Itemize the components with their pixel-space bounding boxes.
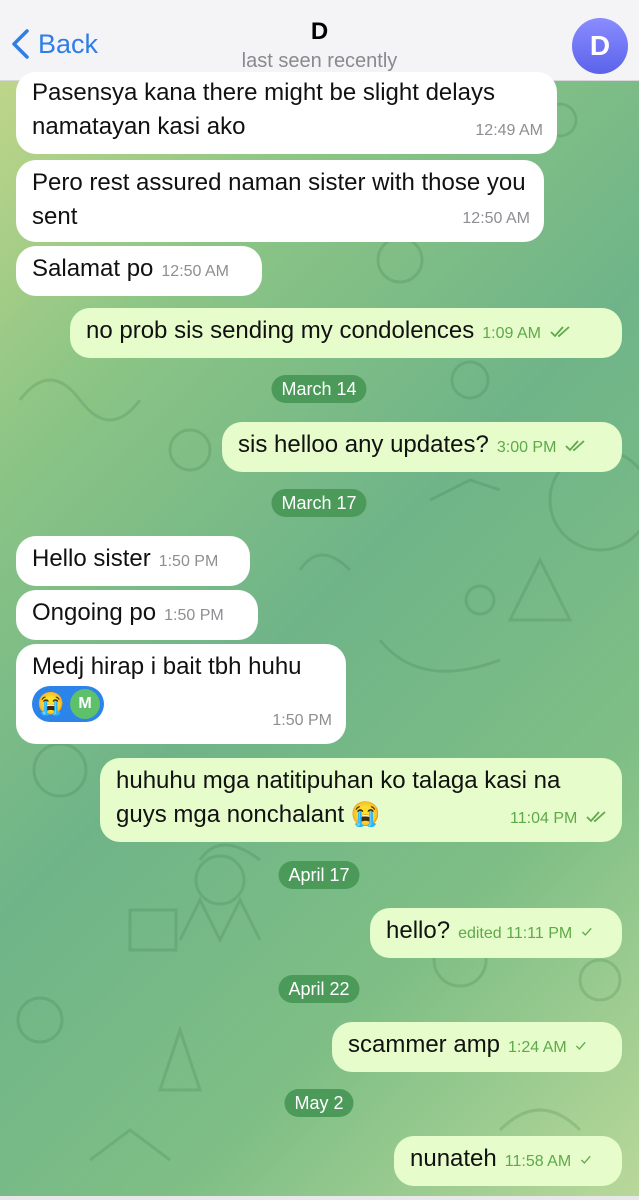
message-text: scammer amp: [348, 1031, 501, 1058]
reaction-chip[interactable]: 😭 M: [32, 686, 104, 722]
reactor-avatar: M: [70, 689, 100, 719]
message-time: 1:24 AM: [508, 1039, 567, 1056]
message-bubble-incoming[interactable]: Salamat po 12:50 AM: [16, 246, 262, 296]
message-time: 1:50 PM: [164, 607, 224, 624]
message-time: 11:04 PM: [510, 810, 578, 827]
message-bubble-incoming[interactable]: Hello sister 1:50 PM: [16, 536, 250, 586]
single-check-icon: [576, 1041, 587, 1050]
bottom-edge: [0, 1196, 639, 1200]
message-bubble-outgoing[interactable]: scammer amp 1:24 AM: [332, 1022, 622, 1072]
message-text: Pero rest assured naman sister with thos…: [32, 169, 526, 230]
crying-face-icon: 😭: [37, 691, 65, 716]
message-bubble-incoming[interactable]: Pasensya kana there might be slight dela…: [16, 72, 557, 154]
message-text: Ongoing po: [32, 599, 157, 626]
message-bubble-outgoing[interactable]: nunateh 11:58 AM: [394, 1136, 622, 1186]
message-text: sis helloo any updates?: [238, 431, 489, 458]
message-text: nunateh: [410, 1145, 497, 1172]
message-time: 1:09 AM: [482, 325, 541, 342]
message-text: Hello sister: [32, 545, 151, 572]
message-time: 12:50 AM: [161, 263, 230, 280]
message-text: no prob sis sending my condolences: [86, 317, 475, 344]
message-bubble-outgoing[interactable]: huhuhu mga natitipuhan ko talaga kasi na…: [100, 758, 622, 842]
message-time: 1:50 PM: [272, 712, 332, 729]
message-text: hello?: [386, 917, 451, 944]
double-check-icon: [549, 325, 570, 337]
message-bubble-incoming[interactable]: Medj hirap i bait tbh huhu 😭 M 1:50 PM: [16, 644, 346, 744]
message-text: Salamat po: [32, 255, 154, 282]
single-check-icon: [581, 927, 592, 936]
message-text: Medj hirap i bait tbh huhu: [32, 653, 302, 680]
last-seen-status: last seen recently: [241, 50, 398, 72]
chat-title[interactable]: D: [0, 18, 639, 46]
message-time: 12:49 AM: [475, 122, 543, 139]
date-separator: April 22: [278, 975, 360, 1003]
message-bubble-incoming[interactable]: Pero rest assured naman sister with thos…: [16, 160, 544, 242]
message-time: 12:50 AM: [462, 210, 530, 227]
message-time: 1:50 PM: [158, 553, 219, 570]
chat-header: Back D last seen recently D: [0, 0, 639, 81]
message-time: 3:00 PM: [496, 439, 557, 456]
date-separator: March 17: [271, 489, 367, 517]
message-text: Pasensya kana there might be slight dela…: [32, 79, 495, 140]
double-check-icon: [586, 810, 606, 822]
message-time: 11:58 AM: [504, 1153, 572, 1170]
message-bubble-outgoing[interactable]: sis helloo any updates? 3:00 PM: [222, 422, 622, 472]
message-bubble-incoming[interactable]: Ongoing po 1:50 PM: [16, 590, 258, 640]
date-separator: April 17: [278, 861, 360, 889]
date-separator: May 2: [284, 1089, 354, 1117]
contact-avatar[interactable]: D: [572, 18, 628, 74]
double-check-icon: [565, 439, 585, 451]
message-bubble-outgoing[interactable]: hello? edited 11:11 PM: [370, 908, 622, 958]
message-time: edited 11:11 PM: [458, 925, 573, 942]
message-bubble-outgoing[interactable]: no prob sis sending my condolences 1:09 A…: [70, 308, 622, 358]
date-separator: March 14: [271, 375, 367, 403]
single-check-icon: [580, 1155, 591, 1164]
